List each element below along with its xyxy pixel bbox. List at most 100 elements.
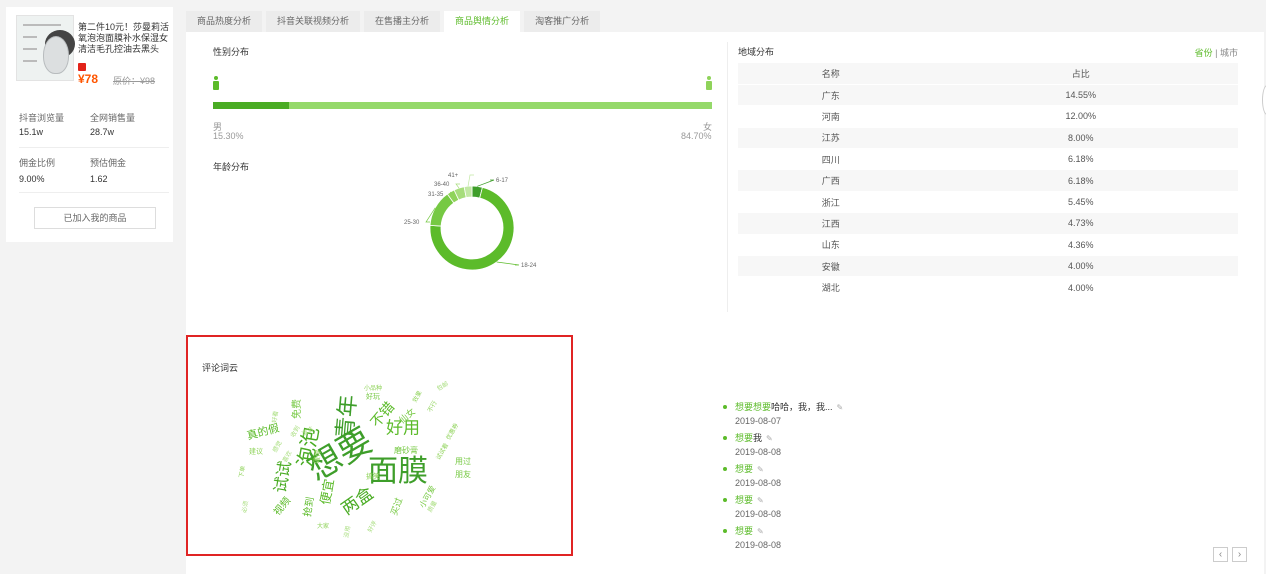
- stat-label-est-commission: 预估佣金: [90, 158, 127, 168]
- cloud-word[interactable]: 试试: [270, 459, 294, 494]
- tab-product-heat[interactable]: 商品热度分析: [186, 11, 263, 32]
- product-title[interactable]: 第二件10元！莎曼莉活氧泡泡面膜补水保湿女清洁毛孔控油去黑头: [78, 22, 170, 55]
- cloud-word[interactable]: 便宜: [318, 478, 337, 506]
- cloud-word[interactable]: 两盒: [338, 484, 377, 520]
- comment-keyword: 想要: [735, 464, 754, 474]
- cloud-word[interactable]: 朋友: [455, 471, 471, 479]
- region-row: 四川 6.18%: [738, 148, 1238, 171]
- cloud-word[interactable]: 优惠券: [445, 422, 460, 441]
- cloud-word[interactable]: 好看: [271, 410, 280, 423]
- region-name: 广东: [738, 84, 924, 107]
- divider: [19, 192, 169, 193]
- stat-value-commission-rate: 9.00%: [19, 174, 45, 184]
- region-pct: 12.00%: [923, 105, 1238, 128]
- link-icon[interactable]: ✎: [757, 464, 764, 475]
- bullet-icon: [723, 436, 727, 440]
- region-name: 浙江: [738, 191, 924, 214]
- cloud-word[interactable]: 好评: [367, 520, 379, 534]
- region-pct: 6.18%: [923, 148, 1238, 171]
- link-icon[interactable]: ✎: [766, 433, 773, 444]
- region-row: 山东 4.36%: [738, 234, 1238, 257]
- comment-date: 2019-08-08: [735, 478, 782, 488]
- age-label: 18-24: [521, 263, 537, 269]
- female-icon: [706, 76, 712, 90]
- comment-item: 想要 ✎ 2019-08-08: [723, 495, 1023, 521]
- tab-taoke-promotion[interactable]: 淘客推广分析: [524, 11, 601, 32]
- region-pct: 4.36%: [923, 234, 1238, 257]
- cloud-word[interactable]: 免费: [292, 399, 303, 419]
- cloud-word[interactable]: 小品种: [364, 386, 382, 392]
- main-panel: 性别分布 男 15.30% 女 84.70% 年龄分布 6-17 18-24 25-…: [186, 32, 1264, 574]
- product-price: ¥78: [78, 72, 99, 86]
- link-icon[interactable]: ✎: [757, 495, 764, 506]
- cloud-word[interactable]: 用过: [455, 458, 471, 466]
- cloud-word[interactable]: 必须: [241, 500, 250, 513]
- cloud-word[interactable]: 真的假: [245, 421, 280, 442]
- thumb-line: [23, 48, 37, 50]
- stat-label-total-sales: 全网销售量: [90, 113, 136, 123]
- region-table-body: 广东 14.55% 河南 12.00% 江苏 8.00% 四川 6.18% 广西 6.18% 浙江 5…: [738, 84, 1238, 299]
- region-row: 浙江 5.45%: [738, 191, 1238, 214]
- cloud-word[interactable]: 不行: [427, 400, 439, 414]
- cloud-word[interactable]: 搞笑: [366, 473, 380, 481]
- cloud-word[interactable]: 没用: [343, 525, 352, 538]
- comment-text: 想要 ✎: [735, 464, 1023, 475]
- comment-keyword: 想要: [735, 495, 754, 505]
- product-thumbnail[interactable]: [16, 15, 75, 81]
- tmall-badge-icon: [78, 63, 86, 71]
- region-name: 四川: [738, 148, 924, 171]
- region-switch: 省份 | 城市: [1195, 46, 1238, 59]
- cloud-word[interactable]: 抢到: [302, 496, 316, 518]
- tab-sellers[interactable]: 在售播主分析: [364, 11, 441, 32]
- region-name: 湖北: [738, 276, 924, 299]
- prev-page-button[interactable]: ‹: [1213, 547, 1228, 562]
- link-icon[interactable]: ✎: [757, 526, 764, 537]
- cloud-word[interactable]: 建议: [249, 448, 263, 456]
- comment-rest: 哈哈，我，我...: [771, 402, 833, 412]
- cloud-word[interactable]: 磨砂膏: [394, 447, 418, 455]
- analysis-tabs: 商品热度分析 抖音关联视频分析 在售播主分析 商品舆情分析 淘客推广分析: [186, 11, 604, 32]
- region-name: 江苏: [738, 127, 924, 150]
- gender-bar: [213, 102, 712, 109]
- region-row: 湖北 4.00%: [738, 276, 1238, 299]
- comment-item: 想要我 ✎ 2019-08-08: [723, 433, 1023, 459]
- region-switch-province[interactable]: 省份: [1195, 48, 1213, 58]
- next-page-button[interactable]: ›: [1232, 547, 1247, 562]
- age-label: 31-35: [428, 192, 444, 198]
- region-pct: 4.00%: [923, 255, 1238, 278]
- region-pct: 4.73%: [923, 212, 1238, 235]
- region-name: 江西: [738, 212, 924, 235]
- region-pct: 5.45%: [923, 191, 1238, 214]
- comment-item: 想要 ✎ 2019-08-08: [723, 464, 1023, 490]
- cloud-word[interactable]: 视频: [272, 495, 293, 517]
- cloud-word[interactable]: 青年: [333, 394, 362, 440]
- male-percent: 15.30%: [213, 131, 244, 141]
- comment-keyword: 想要: [735, 433, 754, 443]
- comment-date: 2019-08-07: [735, 416, 782, 426]
- cloud-word[interactable]: 试试看: [435, 442, 450, 461]
- link-icon[interactable]: ✎: [837, 402, 844, 413]
- age-label: 25-30: [404, 220, 420, 226]
- comment-rest: 我: [753, 433, 763, 443]
- cloud-word[interactable]: 大家: [317, 524, 329, 530]
- side-float-button[interactable]: [1262, 85, 1266, 115]
- tab-related-videos[interactable]: 抖音关联视频分析: [266, 11, 361, 32]
- cloud-word[interactable]: 下单: [238, 465, 247, 478]
- cloud-word[interactable]: 效果: [412, 390, 424, 404]
- age-leader-line: [496, 261, 520, 266]
- gender-bar-male: [213, 102, 290, 109]
- added-to-my-products-button[interactable]: 已加入我的商品: [34, 207, 156, 229]
- tab-public-opinion[interactable]: 商品舆情分析: [444, 11, 521, 32]
- region-switch-city[interactable]: 城市: [1220, 48, 1238, 58]
- region-row: 广西 6.18%: [738, 169, 1238, 192]
- cloud-word[interactable]: 感觉: [272, 440, 284, 454]
- age-section-title: 年龄分布: [213, 162, 250, 172]
- stat-label-commission-rate: 佣金比例: [19, 158, 56, 168]
- comment-list: 想要想要哈哈，我，我... ✎ 2019-08-07 想要我 ✎ 2019-08-08 想要…: [723, 402, 1023, 557]
- cloud-word[interactable]: 好玩: [366, 393, 380, 401]
- cloud-word[interactable]: 包邮: [436, 381, 450, 393]
- comment-item: 想要想要哈哈，我，我... ✎ 2019-08-07: [723, 402, 1023, 428]
- cloud-word[interactable]: 买过: [390, 497, 406, 517]
- bullet-icon: [723, 529, 727, 533]
- stat-value-est-commission: 1.62: [90, 174, 108, 184]
